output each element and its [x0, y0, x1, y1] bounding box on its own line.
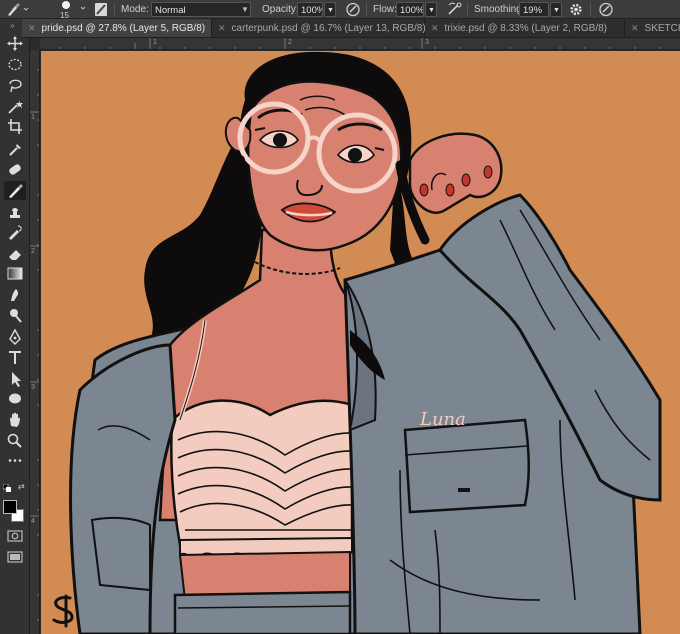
chevron-down-icon: ▼ — [241, 5, 249, 14]
artist-signature-logo — [52, 594, 74, 628]
gradient-icon[interactable] — [4, 264, 26, 283]
opacity-label: Opacity: — [262, 4, 299, 15]
dodge-icon[interactable] — [4, 306, 26, 325]
close-icon[interactable]: ✕ — [28, 23, 36, 33]
artwork-illustration: Luna — [41, 51, 680, 634]
ruler-label: 2 — [31, 248, 35, 255]
magic-wand-icon[interactable] — [4, 97, 26, 116]
zoom-icon[interactable] — [4, 431, 26, 450]
ruler-label: 4 — [31, 518, 35, 525]
gear-icon[interactable] — [568, 0, 584, 19]
history-brush-icon[interactable] — [4, 223, 26, 242]
collapse-panel-button[interactable]: » — [10, 21, 14, 30]
more-tools-icon[interactable] — [4, 451, 26, 470]
vertical-ruler: 1 2 3 4 — [30, 50, 40, 634]
eraser-icon[interactable] — [4, 244, 26, 263]
smudge-icon[interactable] — [4, 285, 26, 304]
brush-tool-preset-icon[interactable] — [4, 0, 30, 19]
marquee-icon[interactable] — [4, 55, 26, 74]
brush-preview-icon[interactable] — [50, 0, 90, 19]
flow-dropdown[interactable]: ▼ — [425, 2, 437, 17]
default-colors-icon[interactable] — [2, 483, 13, 492]
jacket-name-text: Luna — [419, 409, 466, 430]
mode-select[interactable]: Normal — [151, 2, 251, 17]
mode-label: Mode: — [121, 4, 149, 15]
opacity-dropdown[interactable]: ▼ — [324, 2, 336, 17]
quick-mask-icon[interactable] — [7, 530, 23, 545]
close-icon[interactable]: ✕ — [218, 23, 226, 33]
clone-stamp-icon[interactable] — [4, 203, 26, 222]
hand-icon[interactable] — [4, 410, 26, 429]
ruler-label: 3 — [425, 39, 429, 46]
eyedropper-icon[interactable] — [4, 139, 26, 158]
close-icon[interactable]: ✕ — [631, 23, 639, 33]
brush-settings-panel-icon[interactable] — [93, 0, 109, 19]
smoothing-input[interactable]: 19% — [519, 2, 549, 17]
lasso-icon[interactable] — [4, 76, 26, 95]
foreground-color-swatch[interactable] — [3, 500, 17, 514]
pressure-size-icon[interactable] — [597, 0, 615, 19]
pressure-opacity-icon[interactable] — [344, 0, 362, 19]
tab-carterpunk[interactable]: ✕ carterpunk.psd @ 16.7% (Layer 13, RGB/8… — [212, 19, 426, 37]
document-tab-bar: ✕ pride.psd @ 27.8% (Layer 5, RGB/8) ✕ car… — [22, 19, 680, 38]
document-canvas[interactable]: Luna — [41, 51, 680, 634]
tab-pride[interactable]: ✕ pride.psd @ 27.8% (Layer 5, RGB/8) — [22, 19, 212, 37]
horizontal-ruler: 1 2 3 — [40, 38, 680, 50]
crop-icon[interactable] — [4, 117, 26, 136]
ruler-label: 1 — [153, 39, 157, 46]
pen-icon[interactable] — [4, 327, 26, 346]
opacity-input[interactable]: 100% — [297, 2, 323, 17]
airbrush-icon[interactable] — [446, 0, 464, 19]
options-bar: 15 Mode: Normal ▼ Opacity: 100% ▼ Flow: … — [0, 0, 680, 20]
smoothing-dropdown[interactable]: ▼ — [550, 2, 562, 17]
brush-icon[interactable] — [4, 181, 26, 200]
flow-label: Flow: — [373, 4, 397, 15]
type-icon[interactable] — [4, 348, 26, 367]
ruler-label: 3 — [31, 384, 35, 391]
close-icon[interactable]: ✕ — [431, 23, 439, 33]
tab-trixie[interactable]: ✕ trixie.psd @ 8.33% (Layer 2, RGB/8) — [425, 19, 625, 37]
flow-input[interactable]: 100% — [396, 2, 424, 17]
ruler-label: 1 — [31, 114, 35, 121]
healing-brush-icon[interactable] — [4, 160, 26, 179]
tab-sketchy[interactable]: ✕SKETCHY — [625, 19, 680, 37]
tool-panel: » ⇄ — [0, 19, 30, 634]
swap-colors-icon[interactable]: ⇄ — [18, 482, 25, 491]
smoothing-label: Smoothing: — [474, 4, 525, 15]
ruler-label: 2 — [288, 39, 292, 46]
screen-mode-icon[interactable] — [7, 551, 23, 566]
path-selection-icon[interactable] — [4, 369, 26, 388]
shape-icon[interactable] — [4, 389, 26, 408]
